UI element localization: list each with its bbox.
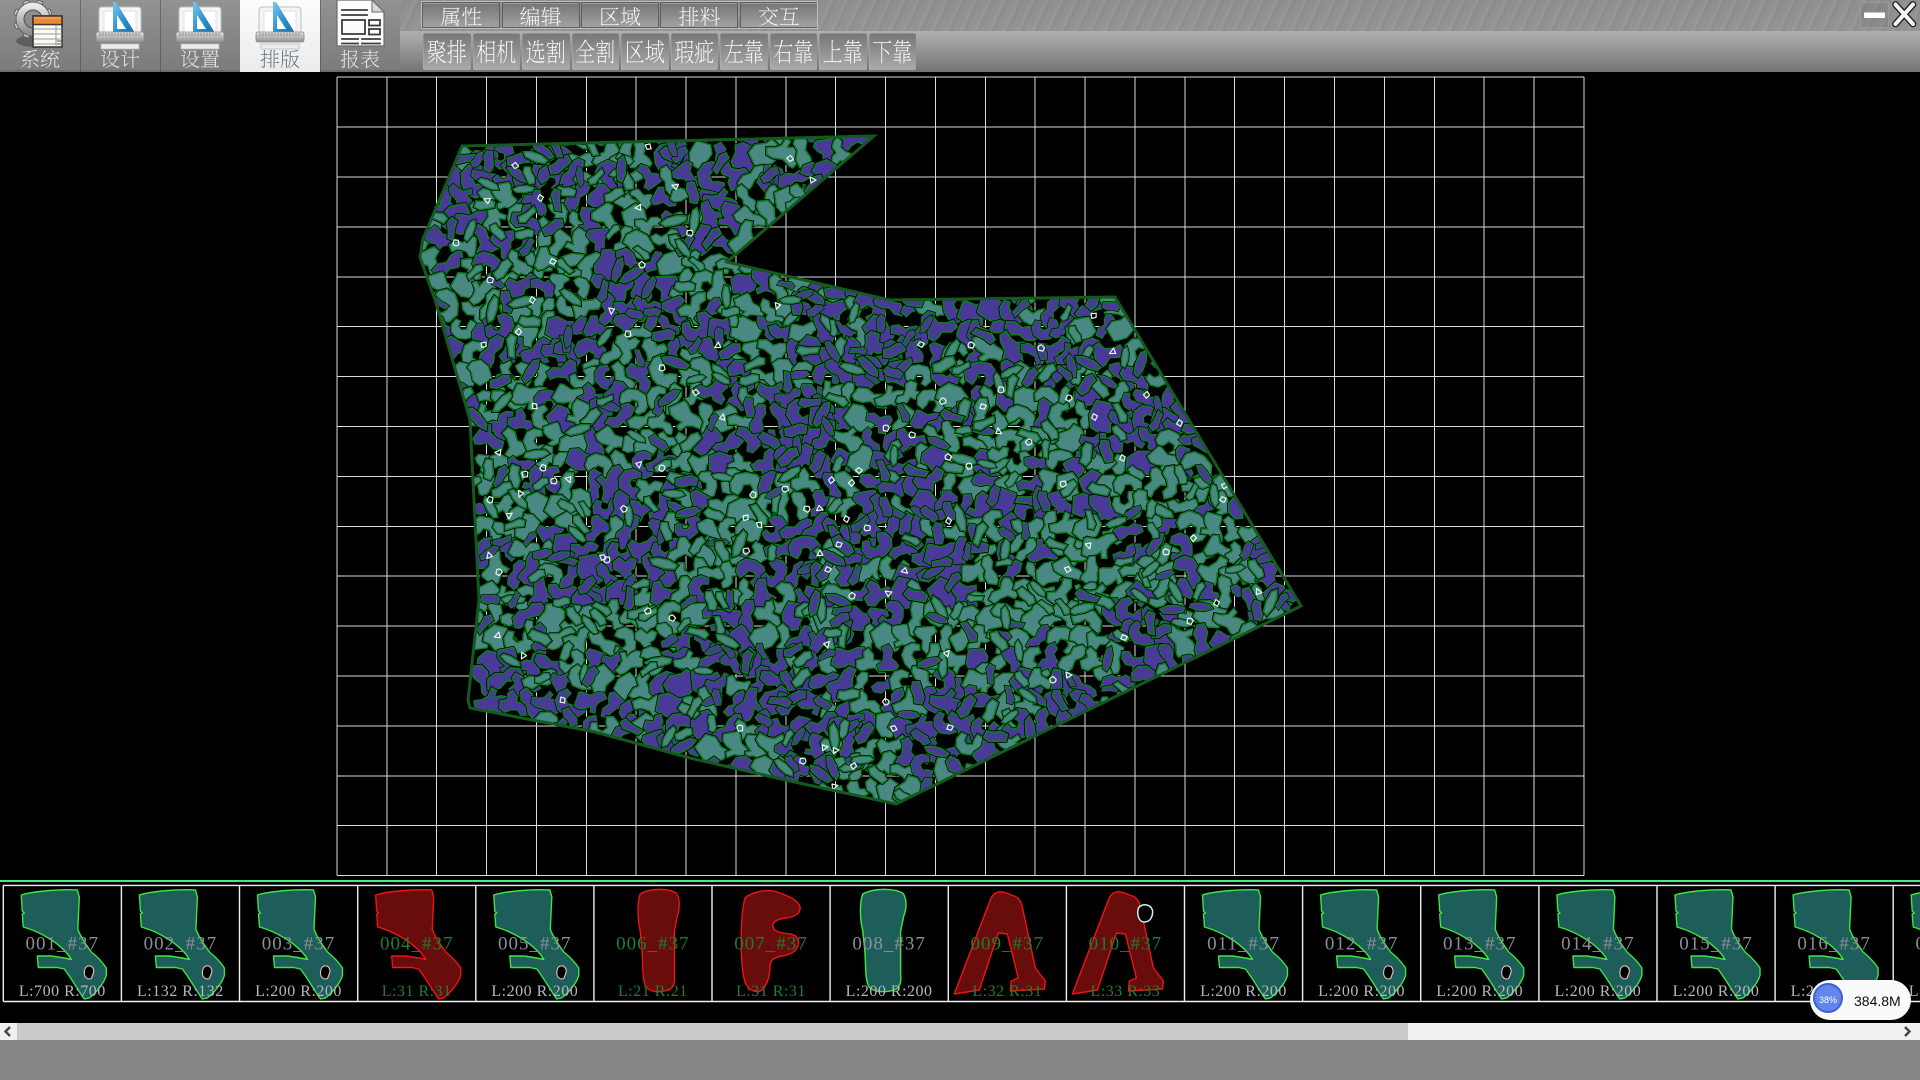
- svg-text:014_#37: 014_#37: [1561, 934, 1635, 955]
- svg-text:010_#37: 010_#37: [1089, 934, 1163, 955]
- svg-text:003_#37: 003_#37: [262, 934, 336, 955]
- svg-text:007_#37: 007_#37: [734, 934, 808, 955]
- svg-text:L:200 R:200: L:200 R:200: [491, 983, 578, 1000]
- svg-text:L:200 R:200: L:200 R:200: [1673, 983, 1760, 1000]
- svg-text:006_#37: 006_#37: [616, 934, 690, 955]
- svg-text:L:31 R:31: L:31 R:31: [736, 983, 806, 1000]
- svg-text:L:200 R:200: L:200 R:200: [846, 983, 933, 1000]
- svg-text:013_#37: 013_#37: [1443, 934, 1517, 955]
- svg-text:L:200 R:200: L:200 R:200: [1200, 983, 1287, 1000]
- svg-text:L:700 R:700: L:700 R:700: [19, 983, 106, 1000]
- svg-text:016_#37: 016_#37: [1797, 934, 1871, 955]
- svg-text:L:33 R:33: L:33 R:33: [1090, 983, 1160, 1000]
- svg-text:008_#37: 008_#37: [852, 934, 926, 955]
- svg-text:L:31 R:31: L:31 R:31: [382, 983, 452, 1000]
- svg-text:L:200 R:200: L:200 R:200: [1318, 983, 1405, 1000]
- svg-text:015_#37: 015_#37: [1679, 934, 1753, 955]
- svg-text:009_#37: 009_#37: [971, 934, 1045, 955]
- svg-text:012_#37: 012_#37: [1325, 934, 1399, 955]
- svg-text:L:200 R:200: L:200 R:200: [1554, 983, 1641, 1000]
- svg-text:011_#37: 011_#37: [1207, 934, 1280, 955]
- svg-text:L:21 R:21: L:21 R:21: [618, 983, 688, 1000]
- svg-text:002_#37: 002_#37: [144, 934, 218, 955]
- svg-text:L:32 R:31: L:32 R:31: [972, 983, 1042, 1000]
- svg-text:L:200 R:200: L:200 R:200: [255, 983, 342, 1000]
- svg-text:017_#37: 017_#37: [1915, 934, 1920, 955]
- svg-text:L:132 R:132: L:132 R:132: [137, 983, 224, 1000]
- svg-text:005_#37: 005_#37: [498, 934, 572, 955]
- svg-text:001_#37: 001_#37: [26, 934, 100, 955]
- svg-text:004_#37: 004_#37: [380, 934, 454, 955]
- svg-text:L:200 R:200: L:200 R:200: [1436, 983, 1523, 1000]
